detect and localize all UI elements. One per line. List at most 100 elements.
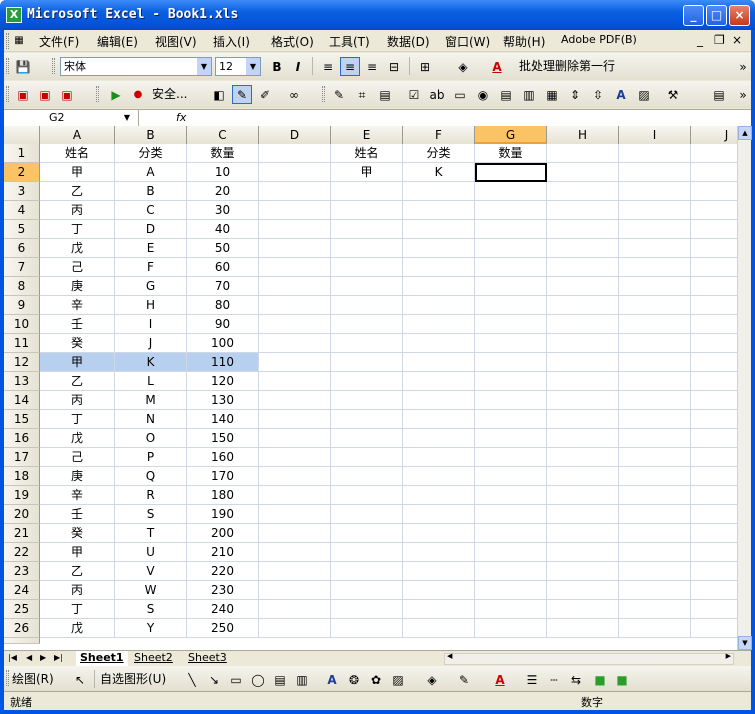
cell-j4[interactable] xyxy=(691,201,737,220)
cell-c9[interactable]: 80 xyxy=(187,296,259,315)
column-header-j[interactable]: J xyxy=(691,126,737,144)
cell-b13[interactable]: L xyxy=(115,372,187,391)
menu-edit[interactable]: 编辑(E) xyxy=(97,33,138,50)
cell-d13[interactable] xyxy=(259,372,331,391)
toolbar-grip-2[interactable] xyxy=(52,58,55,74)
rectangle-icon[interactable]: ▭ xyxy=(226,670,246,689)
column-header-c[interactable]: C xyxy=(187,126,259,144)
cell-h22[interactable] xyxy=(547,543,619,562)
cell-b1[interactable]: 分类 xyxy=(115,144,187,163)
cell-e7[interactable] xyxy=(331,258,403,277)
row-header-22[interactable]: 22 xyxy=(4,543,40,562)
cell-i7[interactable] xyxy=(619,258,691,277)
chevron-down-icon[interactable]: ▼ xyxy=(246,58,260,75)
cell-j18[interactable] xyxy=(691,467,737,486)
cell-f6[interactable] xyxy=(403,239,475,258)
cell-e24[interactable] xyxy=(331,581,403,600)
cell-b17[interactable]: P xyxy=(115,448,187,467)
cell-f15[interactable] xyxy=(403,410,475,429)
cell-i10[interactable] xyxy=(619,315,691,334)
cell-g12[interactable] xyxy=(475,353,547,372)
cell-h11[interactable] xyxy=(547,334,619,353)
cell-j3[interactable] xyxy=(691,182,737,201)
cell-a19[interactable]: 辛 xyxy=(40,486,115,505)
row-header-3[interactable]: 3 xyxy=(4,182,40,201)
cell-d20[interactable] xyxy=(259,505,331,524)
cell-g5[interactable] xyxy=(475,220,547,239)
cell-f11[interactable] xyxy=(403,334,475,353)
cell-c20[interactable]: 190 xyxy=(187,505,259,524)
doc-close-icon[interactable]: × xyxy=(732,33,742,47)
toolbar-extra-icon[interactable]: ▤ xyxy=(709,85,729,104)
cell-i17[interactable] xyxy=(619,448,691,467)
script-editor-icon[interactable]: ✐ xyxy=(255,85,275,104)
cell-c11[interactable]: 100 xyxy=(187,334,259,353)
checkbox-control-icon[interactable]: ☑ xyxy=(404,85,424,104)
cell-g21[interactable] xyxy=(475,524,547,543)
cell-e4[interactable] xyxy=(331,201,403,220)
cell-e14[interactable] xyxy=(331,391,403,410)
menu-view[interactable]: 视图(V) xyxy=(155,33,197,50)
cell-h21[interactable] xyxy=(547,524,619,543)
font-name-combo[interactable]: 宋体 ▼ xyxy=(60,57,212,76)
cell-a3[interactable]: 乙 xyxy=(40,182,115,201)
excel-app-icon[interactable]: X xyxy=(6,7,22,23)
cell-b4[interactable]: C xyxy=(115,201,187,220)
cell-f20[interactable] xyxy=(403,505,475,524)
cell-d18[interactable] xyxy=(259,467,331,486)
toggle-control-icon[interactable]: ▦ xyxy=(542,85,562,104)
line-color-icon[interactable]: ✎ xyxy=(454,670,474,689)
diagram-icon[interactable]: ❂ xyxy=(344,670,364,689)
cell-a21[interactable]: 癸 xyxy=(40,524,115,543)
record-macro-icon[interactable]: ● xyxy=(128,85,148,104)
cell-e3[interactable] xyxy=(331,182,403,201)
cell-f10[interactable] xyxy=(403,315,475,334)
doc-minimize-icon[interactable]: _ xyxy=(697,33,703,47)
cell-d23[interactable] xyxy=(259,562,331,581)
cell-i2[interactable] xyxy=(619,163,691,182)
next-sheet-icon[interactable]: ▶ xyxy=(40,653,46,662)
cell-b10[interactable]: I xyxy=(115,315,187,334)
menubar-grip[interactable] xyxy=(6,33,9,49)
cell-g7[interactable] xyxy=(475,258,547,277)
cell-d4[interactable] xyxy=(259,201,331,220)
cell-b6[interactable]: E xyxy=(115,239,187,258)
row-header-5[interactable]: 5 xyxy=(4,220,40,239)
cell-a15[interactable]: 丁 xyxy=(40,410,115,429)
row-header-14[interactable]: 14 xyxy=(4,391,40,410)
link-icon[interactable]: ∞ xyxy=(284,85,304,104)
minimize-button[interactable]: _ xyxy=(683,5,704,26)
cell-c22[interactable]: 210 xyxy=(187,543,259,562)
toolbar-options-icon[interactable]: » xyxy=(737,57,749,76)
fill-color-icon[interactable]: ◈ xyxy=(422,670,442,689)
cell-b14[interactable]: M xyxy=(115,391,187,410)
workbook-icon[interactable]: ▦ xyxy=(10,31,28,50)
row-header-8[interactable]: 8 xyxy=(4,277,40,296)
cell-g18[interactable] xyxy=(475,467,547,486)
cell-d3[interactable] xyxy=(259,182,331,201)
cell-j7[interactable] xyxy=(691,258,737,277)
cell-c12[interactable]: 110 xyxy=(187,353,259,372)
menu-data[interactable]: 数据(D) xyxy=(387,33,430,50)
cell-j25[interactable] xyxy=(691,600,737,619)
cell-c26[interactable]: 250 xyxy=(187,619,259,638)
horizontal-scrollbar[interactable]: ◀ ▶ xyxy=(444,652,734,665)
cell-a9[interactable]: 辛 xyxy=(40,296,115,315)
scroll-down-icon[interactable]: ▼ xyxy=(738,636,752,650)
row-header-2[interactable]: 2 xyxy=(4,163,40,182)
cell-c10[interactable]: 90 xyxy=(187,315,259,334)
cell-d22[interactable] xyxy=(259,543,331,562)
cell-e25[interactable] xyxy=(331,600,403,619)
cell-c1[interactable]: 数量 xyxy=(187,144,259,163)
cell-h1[interactable] xyxy=(547,144,619,163)
cell-f14[interactable] xyxy=(403,391,475,410)
cell-j15[interactable] xyxy=(691,410,737,429)
cell-i13[interactable] xyxy=(619,372,691,391)
cell-h9[interactable] xyxy=(547,296,619,315)
cell-b9[interactable]: H xyxy=(115,296,187,315)
cell-g10[interactable] xyxy=(475,315,547,334)
macro-button-label[interactable]: 批处理删除第一行 xyxy=(519,57,615,76)
cell-e19[interactable] xyxy=(331,486,403,505)
cell-e22[interactable] xyxy=(331,543,403,562)
cell-i20[interactable] xyxy=(619,505,691,524)
